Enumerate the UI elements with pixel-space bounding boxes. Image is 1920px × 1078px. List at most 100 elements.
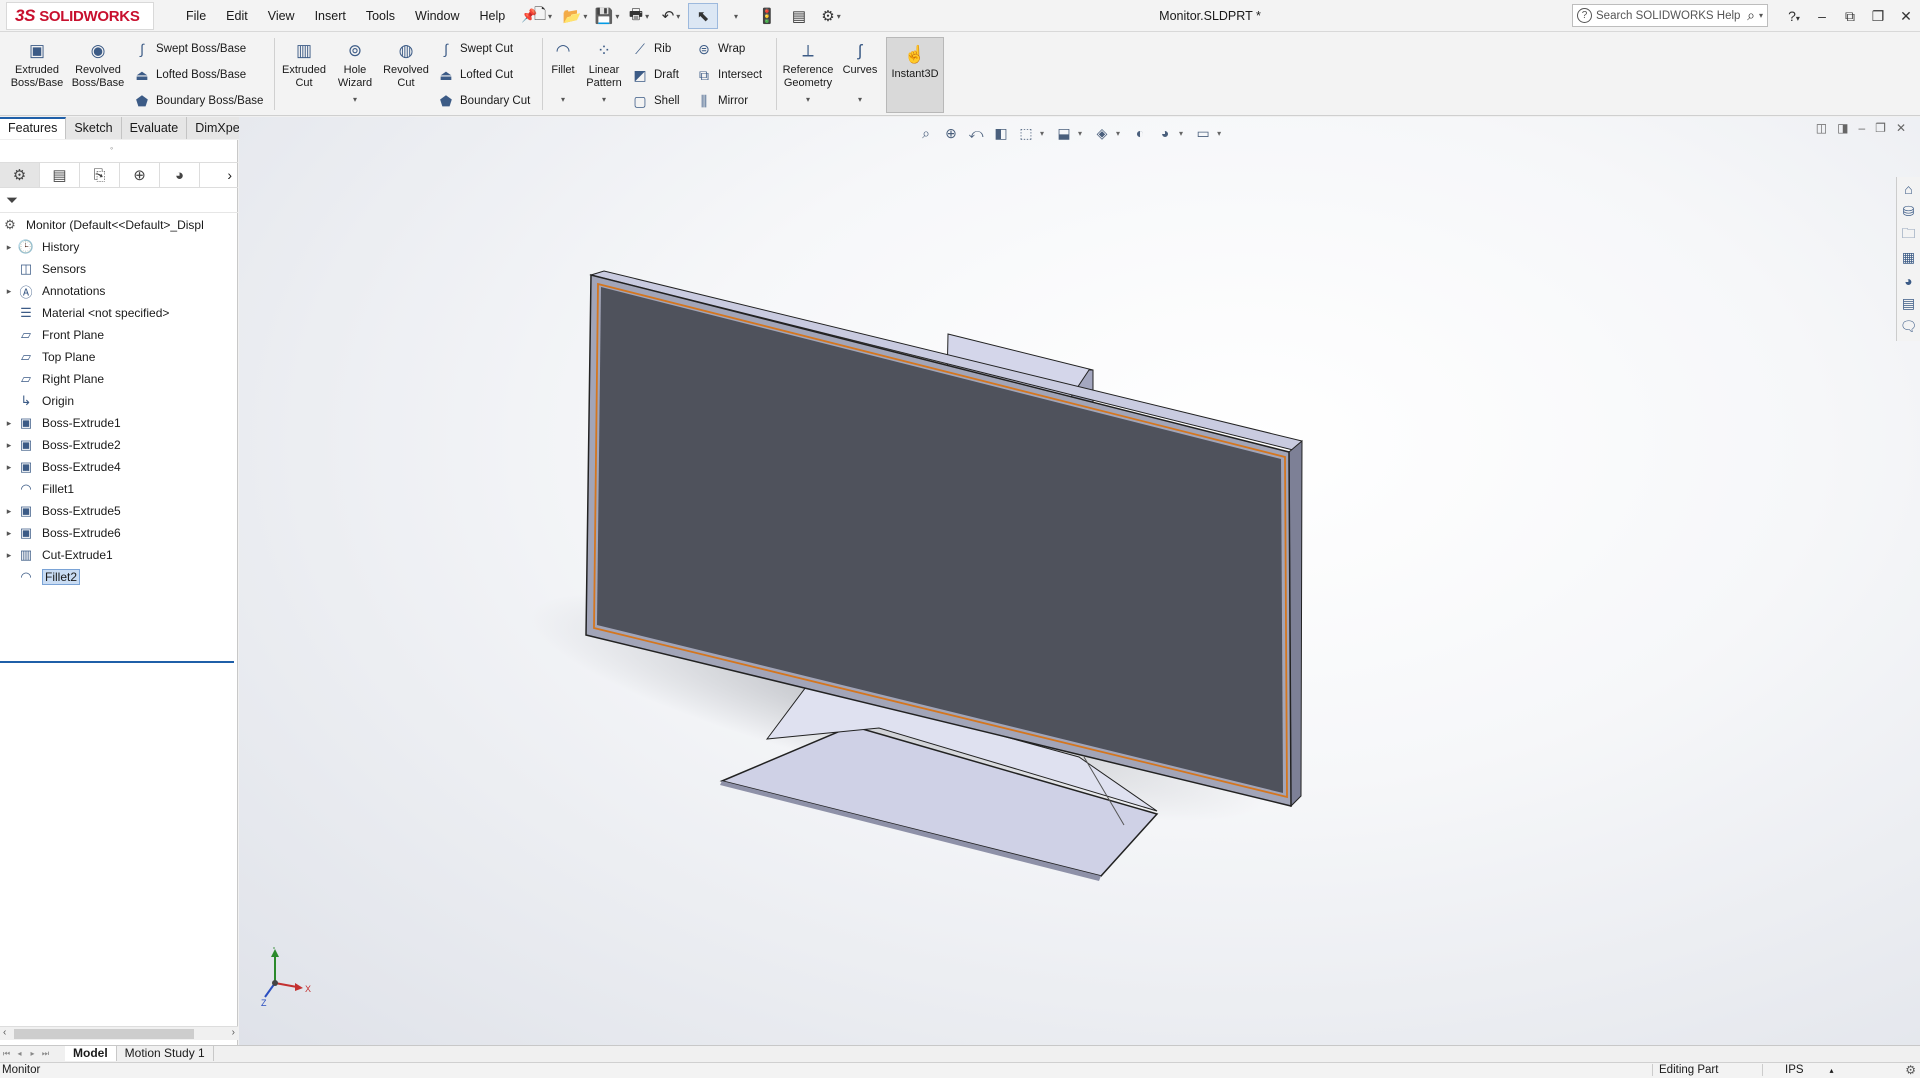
horizontal-scrollbar[interactable]: ‹ › — [0, 1026, 238, 1040]
tab-features[interactable]: Features — [0, 117, 67, 139]
rollback-bar[interactable] — [0, 661, 234, 663]
filter-icon[interactable]: ⏷ — [6, 192, 18, 209]
expand-arrow-icon[interactable]: ▸ — [2, 242, 16, 253]
dimxpert-manager-tab-icon[interactable]: ⊕ — [120, 163, 160, 187]
configuration-manager-tab-icon[interactable]: ⎘ — [80, 163, 120, 187]
first-tab-icon[interactable]: ⏮ — [0, 1049, 13, 1059]
scrollbar-thumb[interactable] — [14, 1029, 194, 1039]
menu-tools[interactable]: Tools — [356, 9, 405, 23]
units-selector[interactable]: IPS ▴ — [1762, 1064, 1842, 1076]
new-document-icon[interactable]: 🗋 ▾ — [528, 3, 558, 29]
menu-file[interactable]: File — [176, 9, 216, 23]
menu-window[interactable]: Window — [405, 9, 469, 23]
search-dropdown-icon[interactable]: ▾ — [1759, 11, 1763, 20]
instant3d-button[interactable]: ☝ Instant3D — [886, 37, 944, 113]
lofted-cut-button[interactable]: ⏏ Lofted Cut — [436, 64, 513, 86]
last-tab-icon[interactable]: ⏭ — [39, 1049, 52, 1059]
menu-insert[interactable]: Insert — [305, 9, 356, 23]
linear-pattern-dropdown-icon[interactable]: ▾ — [602, 93, 606, 106]
curves-button[interactable]: ʃ Curves ▾ — [838, 38, 882, 106]
save-icon[interactable]: 💾 ▾ — [592, 3, 622, 29]
revolved-cut-button[interactable]: ◍ Revolved Cut — [380, 38, 432, 90]
expand-arrow-icon[interactable]: ▸ — [2, 418, 16, 429]
tree-item-boss-extrude2[interactable]: ▸ ▣ Boss-Extrude2 — [0, 434, 238, 456]
help-menu-icon[interactable]: ?▾ — [1780, 8, 1808, 24]
expand-arrow-icon[interactable]: ▸ — [2, 550, 16, 561]
display-manager-tab-icon[interactable]: ◕ — [160, 163, 200, 187]
chevron-right-icon[interactable]: › — [227, 167, 232, 183]
tab-sketch[interactable]: Sketch — [66, 117, 122, 139]
panel-drag-handle[interactable]: ◦ — [110, 143, 113, 153]
expand-arrow-icon[interactable]: ▸ — [2, 506, 16, 517]
select-cursor-icon[interactable]: ⬉ — [688, 3, 718, 29]
tree-item-boss-extrude5[interactable]: ▸ ▣ Boss-Extrude5 — [0, 500, 238, 522]
customize-status-icon[interactable]: ⚙ — [1905, 1063, 1916, 1077]
revolved-boss-button[interactable]: ◉ Revolved Boss/Base — [70, 38, 126, 90]
extruded-boss-button[interactable]: ▣ Extruded Boss/Base — [6, 38, 68, 90]
expand-arrow-icon[interactable]: ▸ — [2, 286, 16, 297]
search-icon[interactable]: ⌕ — [1747, 7, 1755, 24]
tree-item-annotations[interactable]: ▸ Ⓐ Annotations — [0, 280, 238, 302]
tree-item-fillet1[interactable]: ◠ Fillet1 — [0, 478, 238, 500]
select-caret-icon[interactable]: ▾ — [720, 3, 750, 29]
tree-item-boss-extrude4[interactable]: ▸ ▣ Boss-Extrude4 — [0, 456, 238, 478]
extruded-cut-button[interactable]: ▥ Extruded Cut — [278, 38, 330, 90]
wrap-button[interactable]: ⊜ Wrap — [694, 38, 745, 60]
shell-button[interactable]: ▢ Shell — [630, 90, 679, 112]
tree-item-right-plane[interactable]: ▱ Right Plane — [0, 368, 238, 390]
menu-help[interactable]: Help — [470, 9, 516, 23]
tree-item-sensors[interactable]: ◫ Sensors — [0, 258, 238, 280]
graphics-area[interactable]: ⌕ ⊕ ⤺ ◧ ⬚ ▾ ⬓ ▾ ◈ ▾ ◐ ◕ ▾ ▭ ▾ ◫ ◨ – ❐ ✕ ⌂ ⛁ 🗀… — [239, 117, 1920, 1045]
expand-arrow-icon[interactable]: ▸ — [2, 440, 16, 451]
expand-arrow-icon[interactable]: ▸ — [2, 462, 16, 473]
tree-item-origin[interactable]: ↳ Origin — [0, 390, 238, 412]
reference-geometry-button[interactable]: ⟂ Reference Geometry ▾ — [780, 38, 836, 106]
open-icon[interactable]: 📂 ▾ — [560, 3, 590, 29]
scroll-left-icon[interactable]: ‹ — [3, 1027, 6, 1038]
tree-item-top-plane[interactable]: ▱ Top Plane — [0, 346, 238, 368]
menu-view[interactable]: View — [258, 9, 305, 23]
tab-evaluate[interactable]: Evaluate — [122, 117, 188, 139]
curves-dropdown-icon[interactable]: ▾ — [858, 93, 862, 106]
rebuild-icon[interactable]: 🚦 — [752, 3, 782, 29]
menu-edit[interactable]: Edit — [216, 9, 258, 23]
hole-wizard-button[interactable]: ⊚ Hole Wizard ▾ — [330, 38, 380, 106]
close-icon[interactable]: ✕ — [1892, 8, 1920, 25]
tree-item-boss-extrude1[interactable]: ▸ ▣ Boss-Extrude1 — [0, 412, 238, 434]
monitor-model[interactable] — [239, 117, 1920, 1045]
tab-motion-study[interactable]: Motion Study 1 — [117, 1046, 214, 1061]
search-help-input[interactable]: ? Search SOLIDWORKS Help ⌕ ▾ — [1572, 4, 1768, 27]
property-manager-tab-icon[interactable]: ▤ — [40, 163, 80, 187]
prev-tab-icon[interactable]: ◂ — [13, 1049, 26, 1058]
hole-wizard-dropdown-icon[interactable]: ▾ — [353, 93, 357, 106]
fillet-button[interactable]: ◠ Fillet ▾ — [546, 38, 580, 106]
draft-button[interactable]: ◩ Draft — [630, 64, 679, 86]
tree-root-part[interactable]: ⚙ Monitor (Default<<Default>_Displ — [0, 214, 238, 236]
fillet-dropdown-icon[interactable]: ▾ — [561, 93, 565, 106]
expand-arrow-icon[interactable]: ▸ — [2, 528, 16, 539]
restore-icon[interactable]: ❐ — [1864, 8, 1892, 25]
print-icon[interactable]: 🖶 ▾ — [624, 3, 654, 29]
linear-pattern-button[interactable]: ⁘ Linear Pattern ▾ — [582, 38, 626, 106]
next-tab-icon[interactable]: ▸ — [26, 1049, 39, 1058]
tile-icon[interactable]: ⧉ — [1836, 8, 1864, 25]
solidworks-logo[interactable]: 3S SOLIDWORKS — [6, 2, 154, 30]
boundary-cut-button[interactable]: ⬟ Boundary Cut — [436, 90, 530, 112]
mirror-button[interactable]: ⫼ Mirror — [694, 90, 748, 112]
lofted-boss-button[interactable]: ⏏ Lofted Boss/Base — [132, 64, 246, 86]
tree-item-cut-extrude1[interactable]: ▸ ▥ Cut-Extrude1 — [0, 544, 238, 566]
scroll-right-icon[interactable]: › — [232, 1027, 235, 1038]
rib-button[interactable]: ⟋ Rib — [630, 38, 671, 60]
file-properties-icon[interactable]: ▤ — [784, 3, 814, 29]
tree-item-material[interactable]: ☰ Material <not specified> — [0, 302, 238, 324]
tree-item-fillet2[interactable]: ◠ Fillet2 — [0, 566, 238, 588]
reference-geometry-dropdown-icon[interactable]: ▾ — [806, 93, 810, 106]
tree-item-history[interactable]: ▸ 🕒 History — [0, 236, 238, 258]
tree-item-boss-extrude6[interactable]: ▸ ▣ Boss-Extrude6 — [0, 522, 238, 544]
intersect-button[interactable]: ⧉ Intersect — [694, 64, 762, 86]
tree-item-front-plane[interactable]: ▱ Front Plane — [0, 324, 238, 346]
undo-icon[interactable]: ↶ ▾ — [656, 3, 686, 29]
boundary-boss-button[interactable]: ⬟ Boundary Boss/Base — [132, 90, 264, 112]
minimize-icon[interactable]: – — [1808, 8, 1836, 24]
feature-manager-tab-icon[interactable]: ⚙ — [0, 163, 40, 187]
